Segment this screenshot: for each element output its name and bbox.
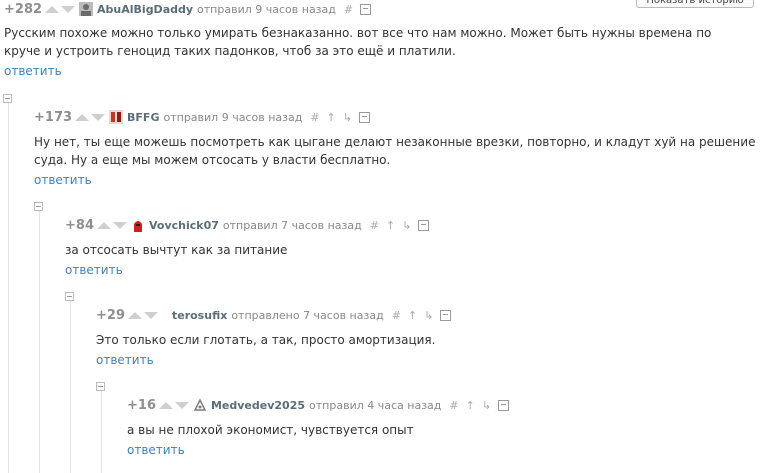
parent-link-icon[interactable]: ↑ (466, 399, 475, 412)
avatar[interactable] (192, 398, 207, 412)
comment-timestamp[interactable]: отправил 9 часов назад (163, 111, 302, 124)
thread-line (39, 210, 40, 473)
comment-text: Ну нет, ты еще можешь посмотреть как цыг… (34, 135, 756, 167)
comment: +173 BFFG отправил 9 часов назад # ↑ ↳ Н… (34, 108, 759, 188)
collapse-toggle[interactable] (96, 382, 105, 391)
comment: +16 Medvedev2025 отправил 4 часа назад #… (127, 396, 757, 458)
vote-down-icon[interactable] (143, 311, 158, 319)
branch-icon[interactable]: ↳ (402, 219, 411, 232)
reply-link[interactable]: ответить (34, 173, 92, 187)
comment: +282 AbuAlBigDaddy отправил 9 часов наза… (4, 0, 724, 79)
branch-icon[interactable]: ↳ (482, 399, 491, 412)
comment-author[interactable]: Medvedev2025 (211, 399, 305, 412)
permalink-hash[interactable]: # (449, 399, 458, 412)
comment-author[interactable]: BFFG (127, 111, 159, 124)
comment-author[interactable]: AbuAlBigDaddy (97, 3, 193, 16)
collapse-toggle[interactable] (65, 292, 74, 301)
vote-down-icon[interactable] (174, 401, 189, 409)
reply-link[interactable]: ответить (4, 64, 62, 78)
vote-down-icon[interactable] (91, 113, 106, 121)
permalink-hash[interactable]: # (392, 309, 401, 322)
comment: +29 terosufix отправлено 7 часов назад #… (96, 306, 756, 368)
vote-up-icon[interactable] (158, 401, 173, 409)
comment-score: +84 (65, 217, 94, 233)
thread-line (70, 300, 71, 473)
save-icon[interactable] (360, 3, 372, 15)
thread-line (8, 102, 9, 473)
avatar[interactable] (109, 110, 124, 124)
vote-down-icon[interactable] (112, 221, 127, 229)
comment-score: +173 (34, 109, 73, 125)
vote-up-icon[interactable] (75, 113, 90, 121)
collapse-toggle[interactable] (3, 94, 12, 103)
comment-text: а вы не плохой экономист, чувствуется оп… (127, 423, 414, 437)
branch-icon[interactable]: ↳ (343, 111, 352, 124)
thread-line (101, 390, 102, 473)
comment-timestamp[interactable]: отправлено 7 часов назад (231, 309, 383, 322)
comment-timestamp[interactable]: отправил 4 часа назад (309, 399, 441, 412)
comment-score: +29 (96, 307, 125, 323)
comment-score: +282 (4, 1, 43, 17)
comment-timestamp[interactable]: отправил 7 часов назад (223, 219, 362, 232)
parent-link-icon[interactable]: ↑ (327, 111, 336, 124)
reply-link[interactable]: ответить (127, 443, 185, 457)
permalink-hash[interactable]: # (344, 3, 353, 16)
parent-link-icon[interactable]: ↑ (386, 219, 395, 232)
branch-icon[interactable]: ↳ (424, 309, 433, 322)
vote-up-icon[interactable] (127, 311, 142, 319)
avatar[interactable] (79, 2, 94, 16)
parent-link-icon[interactable]: ↑ (408, 309, 417, 322)
comment-text: Это только если глотать, а так, просто а… (96, 333, 436, 347)
vote-up-icon[interactable] (45, 5, 60, 13)
comment: +84 Vovchick07 отправил 7 часов назад # … (65, 216, 755, 278)
save-icon[interactable] (498, 399, 510, 411)
save-icon[interactable] (358, 111, 370, 123)
comment-author[interactable]: terosufix (172, 309, 227, 322)
permalink-hash[interactable]: # (310, 111, 319, 124)
save-icon[interactable] (418, 219, 430, 231)
collapse-toggle[interactable] (34, 202, 43, 211)
comment-score: +16 (127, 397, 156, 413)
avatar[interactable] (130, 218, 145, 232)
comment-author[interactable]: Vovchick07 (149, 219, 219, 232)
permalink-hash[interactable]: # (370, 219, 379, 232)
comment-text: за отсосать вычтут как за питание (65, 243, 288, 257)
reply-link[interactable]: ответить (96, 353, 154, 367)
save-icon[interactable] (440, 309, 452, 321)
vote-down-icon[interactable] (61, 5, 76, 13)
vote-up-icon[interactable] (96, 221, 111, 229)
comment-timestamp[interactable]: отправил 9 часов назад (197, 3, 336, 16)
comment-text: Русским похоже можно только умирать безн… (4, 26, 712, 58)
reply-link[interactable]: ответить (65, 263, 123, 277)
